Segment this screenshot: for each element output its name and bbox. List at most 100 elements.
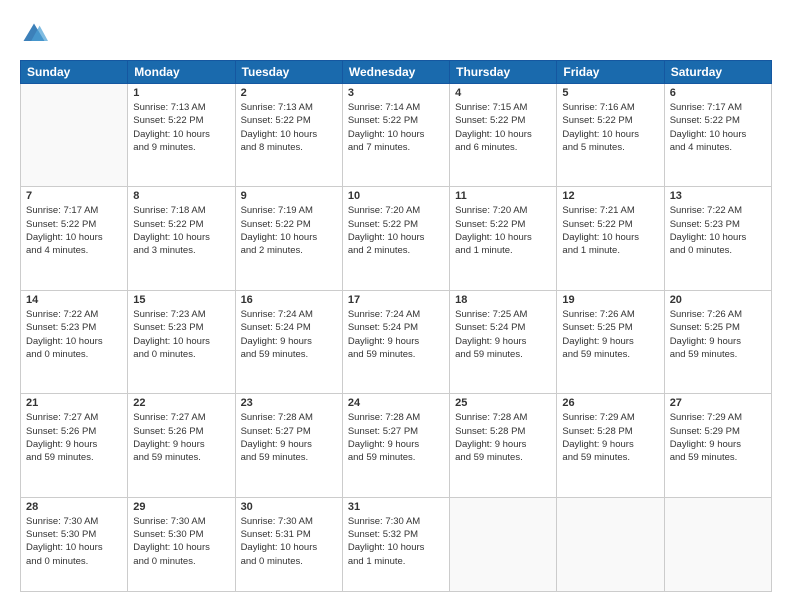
weekday-sunday: Sunday xyxy=(21,61,128,84)
day-number: 28 xyxy=(26,501,122,513)
day-number: 20 xyxy=(670,294,766,306)
day-number: 9 xyxy=(241,190,337,202)
day-info: Sunrise: 7:30 AM Sunset: 5:30 PM Dayligh… xyxy=(133,515,229,568)
day-info: Sunrise: 7:30 AM Sunset: 5:30 PM Dayligh… xyxy=(26,515,122,568)
day-info: Sunrise: 7:13 AM Sunset: 5:22 PM Dayligh… xyxy=(241,101,337,154)
day-number: 23 xyxy=(241,397,337,409)
calendar-cell: 28 Sunrise: 7:30 AM Sunset: 5:30 PM Dayli… xyxy=(21,497,128,591)
day-info: Sunrise: 7:28 AM Sunset: 5:27 PM Dayligh… xyxy=(348,411,444,464)
calendar-cell: 27Sunrise: 7:29 AM Sunset: 5:29 PM Dayli… xyxy=(664,394,771,497)
week-row-2: 7Sunrise: 7:17 AM Sunset: 5:22 PM Daylig… xyxy=(21,187,772,290)
day-info: Sunrise: 7:19 AM Sunset: 5:22 PM Dayligh… xyxy=(241,204,337,257)
calendar-cell: 21 Sunrise: 7:27 AM Sunset: 5:26 PM Dayli… xyxy=(21,394,128,497)
day-info: Sunrise: 7:13 AM Sunset: 5:22 PM Dayligh… xyxy=(133,101,229,154)
day-info: Sunrise: 7:22 AM Sunset: 5:23 PM Dayligh… xyxy=(670,204,766,257)
day-info: Sunrise: 7:30 AM Sunset: 5:31 PM Dayligh… xyxy=(241,515,337,568)
calendar-cell: 17 Sunrise: 7:24 AM Sunset: 5:24 PM Dayli… xyxy=(342,290,449,393)
day-number: 6 xyxy=(670,87,766,99)
calendar-cell: 12Sunrise: 7:21 AM Sunset: 5:22 PM Dayli… xyxy=(557,187,664,290)
day-number: 19 xyxy=(562,294,658,306)
day-info: Sunrise: 7:24 AM Sunset: 5:24 PM Dayligh… xyxy=(348,308,444,361)
week-row-1: 1 Sunrise: 7:13 AM Sunset: 5:22 PM Daylig… xyxy=(21,84,772,187)
day-number: 26 xyxy=(562,397,658,409)
day-info: Sunrise: 7:30 AM Sunset: 5:32 PM Dayligh… xyxy=(348,515,444,568)
calendar-cell: 18 Sunrise: 7:25 AM Sunset: 5:24 PM Dayli… xyxy=(450,290,557,393)
day-number: 11 xyxy=(455,190,551,202)
day-info: Sunrise: 7:28 AM Sunset: 5:27 PM Dayligh… xyxy=(241,411,337,464)
calendar-cell: 4Sunrise: 7:15 AM Sunset: 5:22 PM Daylig… xyxy=(450,84,557,187)
calendar-cell: 1 Sunrise: 7:13 AM Sunset: 5:22 PM Daylig… xyxy=(128,84,235,187)
weekday-header-row: SundayMondayTuesdayWednesdayThursdayFrid… xyxy=(21,61,772,84)
calendar-cell: 9 Sunrise: 7:19 AM Sunset: 5:22 PM Daylig… xyxy=(235,187,342,290)
day-info: Sunrise: 7:23 AM Sunset: 5:23 PM Dayligh… xyxy=(133,308,229,361)
logo xyxy=(20,20,52,48)
week-row-5: 28 Sunrise: 7:30 AM Sunset: 5:30 PM Dayli… xyxy=(21,497,772,591)
day-info: Sunrise: 7:20 AM Sunset: 5:22 PM Dayligh… xyxy=(455,204,551,257)
calendar-cell: 31 Sunrise: 7:30 AM Sunset: 5:32 PM Dayli… xyxy=(342,497,449,591)
day-info: Sunrise: 7:15 AM Sunset: 5:22 PM Dayligh… xyxy=(455,101,551,154)
calendar-cell: 19 Sunrise: 7:26 AM Sunset: 5:25 PM Dayli… xyxy=(557,290,664,393)
weekday-saturday: Saturday xyxy=(664,61,771,84)
calendar-cell: 11 Sunrise: 7:20 AM Sunset: 5:22 PM Dayli… xyxy=(450,187,557,290)
day-number: 24 xyxy=(348,397,444,409)
logo-icon xyxy=(20,20,48,48)
day-info: Sunrise: 7:14 AM Sunset: 5:22 PM Dayligh… xyxy=(348,101,444,154)
day-info: Sunrise: 7:22 AM Sunset: 5:23 PM Dayligh… xyxy=(26,308,122,361)
day-info: Sunrise: 7:18 AM Sunset: 5:22 PM Dayligh… xyxy=(133,204,229,257)
day-number: 17 xyxy=(348,294,444,306)
day-info: Sunrise: 7:26 AM Sunset: 5:25 PM Dayligh… xyxy=(562,308,658,361)
calendar-cell: 16 Sunrise: 7:24 AM Sunset: 5:24 PM Dayli… xyxy=(235,290,342,393)
calendar-cell: 24 Sunrise: 7:28 AM Sunset: 5:27 PM Dayli… xyxy=(342,394,449,497)
day-number: 31 xyxy=(348,501,444,513)
calendar-cell: 30 Sunrise: 7:30 AM Sunset: 5:31 PM Dayli… xyxy=(235,497,342,591)
weekday-wednesday: Wednesday xyxy=(342,61,449,84)
day-number: 21 xyxy=(26,397,122,409)
weekday-friday: Friday xyxy=(557,61,664,84)
calendar-cell: 10Sunrise: 7:20 AM Sunset: 5:22 PM Dayli… xyxy=(342,187,449,290)
weekday-tuesday: Tuesday xyxy=(235,61,342,84)
day-info: Sunrise: 7:17 AM Sunset: 5:22 PM Dayligh… xyxy=(26,204,122,257)
day-number: 18 xyxy=(455,294,551,306)
day-number: 16 xyxy=(241,294,337,306)
calendar-cell: 8 Sunrise: 7:18 AM Sunset: 5:22 PM Daylig… xyxy=(128,187,235,290)
day-number: 29 xyxy=(133,501,229,513)
day-info: Sunrise: 7:27 AM Sunset: 5:26 PM Dayligh… xyxy=(26,411,122,464)
calendar-cell xyxy=(21,84,128,187)
calendar-cell: 5 Sunrise: 7:16 AM Sunset: 5:22 PM Daylig… xyxy=(557,84,664,187)
calendar-cell: 26 Sunrise: 7:29 AM Sunset: 5:28 PM Dayli… xyxy=(557,394,664,497)
day-number: 27 xyxy=(670,397,766,409)
calendar-cell: 23 Sunrise: 7:28 AM Sunset: 5:27 PM Dayli… xyxy=(235,394,342,497)
day-info: Sunrise: 7:27 AM Sunset: 5:26 PM Dayligh… xyxy=(133,411,229,464)
day-number: 30 xyxy=(241,501,337,513)
calendar-cell: 6 Sunrise: 7:17 AM Sunset: 5:22 PM Daylig… xyxy=(664,84,771,187)
day-number: 12 xyxy=(562,190,658,202)
weekday-thursday: Thursday xyxy=(450,61,557,84)
calendar-cell: 13 Sunrise: 7:22 AM Sunset: 5:23 PM Dayli… xyxy=(664,187,771,290)
day-number: 13 xyxy=(670,190,766,202)
day-info: Sunrise: 7:25 AM Sunset: 5:24 PM Dayligh… xyxy=(455,308,551,361)
day-info: Sunrise: 7:16 AM Sunset: 5:22 PM Dayligh… xyxy=(562,101,658,154)
day-info: Sunrise: 7:28 AM Sunset: 5:28 PM Dayligh… xyxy=(455,411,551,464)
day-number: 1 xyxy=(133,87,229,99)
calendar-cell: 3 Sunrise: 7:14 AM Sunset: 5:22 PM Daylig… xyxy=(342,84,449,187)
calendar-cell: 7Sunrise: 7:17 AM Sunset: 5:22 PM Daylig… xyxy=(21,187,128,290)
week-row-3: 14Sunrise: 7:22 AM Sunset: 5:23 PM Dayli… xyxy=(21,290,772,393)
calendar-cell xyxy=(557,497,664,591)
day-number: 2 xyxy=(241,87,337,99)
day-number: 5 xyxy=(562,87,658,99)
calendar-cell: 20 Sunrise: 7:26 AM Sunset: 5:25 PM Dayli… xyxy=(664,290,771,393)
day-number: 8 xyxy=(133,190,229,202)
day-info: Sunrise: 7:29 AM Sunset: 5:28 PM Dayligh… xyxy=(562,411,658,464)
day-number: 15 xyxy=(133,294,229,306)
calendar-cell: 2 Sunrise: 7:13 AM Sunset: 5:22 PM Daylig… xyxy=(235,84,342,187)
page-header xyxy=(20,20,772,48)
calendar-table: SundayMondayTuesdayWednesdayThursdayFrid… xyxy=(20,60,772,592)
day-number: 3 xyxy=(348,87,444,99)
day-info: Sunrise: 7:24 AM Sunset: 5:24 PM Dayligh… xyxy=(241,308,337,361)
week-row-4: 21 Sunrise: 7:27 AM Sunset: 5:26 PM Dayli… xyxy=(21,394,772,497)
calendar-cell: 15 Sunrise: 7:23 AM Sunset: 5:23 PM Dayli… xyxy=(128,290,235,393)
day-info: Sunrise: 7:17 AM Sunset: 5:22 PM Dayligh… xyxy=(670,101,766,154)
weekday-monday: Monday xyxy=(128,61,235,84)
day-info: Sunrise: 7:26 AM Sunset: 5:25 PM Dayligh… xyxy=(670,308,766,361)
day-number: 10 xyxy=(348,190,444,202)
